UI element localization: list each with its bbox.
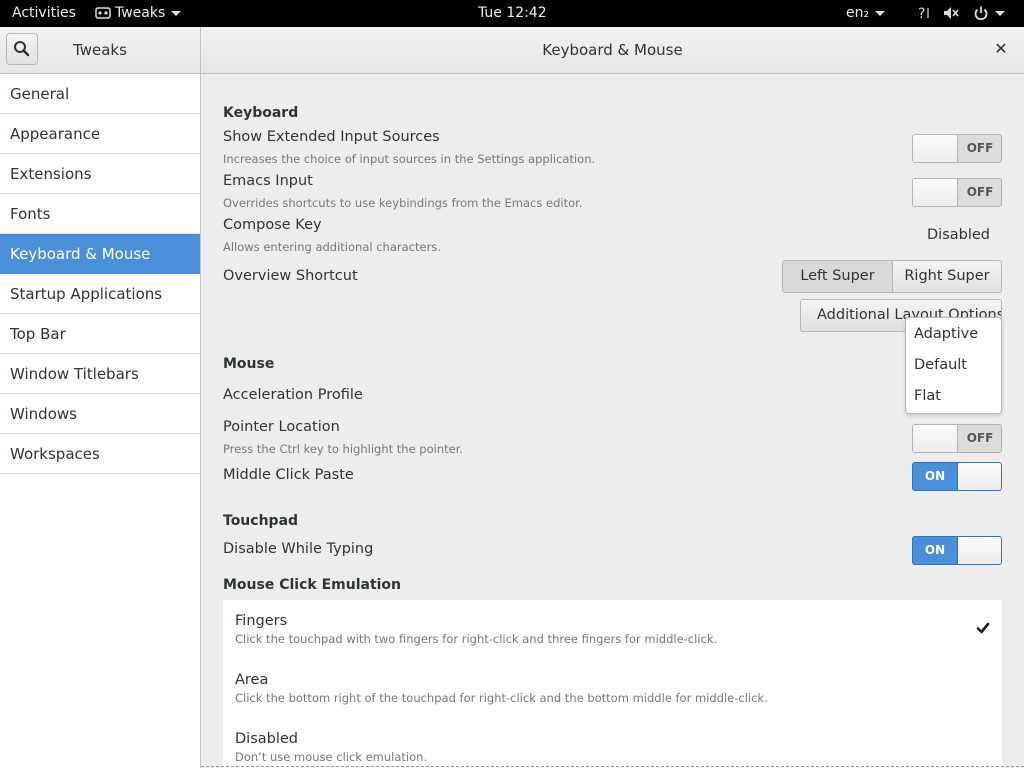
extended-sources-label: Show Extended Input Sources: [223, 129, 440, 145]
sidebar-item-workspaces[interactable]: Workspaces: [0, 434, 200, 474]
middle-click-paste-switch[interactable]: ON: [912, 462, 1002, 491]
close-icon: ✕: [994, 39, 1008, 58]
sidebar-item-fonts[interactable]: Fonts: [0, 194, 200, 234]
switch-state: ON: [924, 543, 946, 557]
keyboard-layout-label: en₂: [846, 5, 870, 21]
option-title: Disabled: [235, 731, 298, 747]
close-button[interactable]: ✕: [988, 36, 1014, 62]
click-emulation-option-area[interactable]: Area Click the bottom right of the touch…: [223, 659, 1002, 717]
power-icon: [974, 6, 988, 21]
compose-key-desc: Allows entering additional characters.: [223, 240, 441, 254]
click-emulation-option-fingers[interactable]: Fingers Click the touchpad with two fing…: [223, 600, 1002, 658]
sidebar: General Appearance Extensions Fonts Keyb…: [0, 74, 201, 768]
sidebar-item-extensions[interactable]: Extensions: [0, 154, 200, 194]
sidebar-item-general[interactable]: General: [0, 74, 200, 114]
pointer-location-switch[interactable]: OFF: [912, 424, 1002, 453]
extended-sources-switch[interactable]: OFF: [912, 134, 1002, 163]
popover-item-adaptive[interactable]: Adaptive: [914, 326, 978, 342]
compose-key-value[interactable]: Disabled: [927, 227, 990, 243]
scroll-edge: [201, 766, 1024, 767]
option-title: Fingers: [235, 613, 288, 629]
search-icon: [14, 41, 30, 57]
keyboard-heading: Keyboard: [223, 105, 299, 121]
switch-knob: [957, 537, 1001, 564]
activities-button[interactable]: Activities: [12, 0, 76, 27]
option-desc: Click the touchpad with two fingers for …: [235, 632, 718, 646]
clock[interactable]: Tue 12:42: [478, 0, 547, 27]
chevron-down-icon: [875, 10, 886, 16]
chevron-down-icon: [171, 10, 182, 16]
page-title: Keyboard & Mouse: [542, 41, 683, 59]
touchpad-heading: Touchpad: [223, 513, 299, 529]
volume-muted-icon: [944, 7, 960, 19]
extended-sources-desc: Increases the choice of input sources in…: [223, 152, 596, 166]
sidebar-item-window-titlebars[interactable]: Window Titlebars: [0, 354, 200, 394]
top-bar: Activities Tweaks Tue 12:42 en₂ ?: [0, 0, 1024, 27]
compose-key-label: Compose Key: [223, 217, 322, 233]
search-button[interactable]: [6, 33, 38, 65]
chevron-down-icon: [994, 10, 1005, 16]
disable-while-typing-switch[interactable]: ON: [912, 536, 1002, 565]
sidebar-item-appearance[interactable]: Appearance: [0, 114, 200, 154]
mouse-heading: Mouse: [223, 356, 275, 372]
switch-knob: [913, 425, 958, 452]
emacs-input-label: Emacs Input: [223, 173, 313, 189]
check-icon: [976, 622, 990, 634]
tweaks-app-icon: [95, 7, 111, 19]
click-emulation-list: Fingers Click the touchpad with two fing…: [223, 600, 1002, 768]
acceleration-profile-label: Acceleration Profile: [223, 387, 363, 403]
pointer-location-label: Pointer Location: [223, 419, 340, 435]
app-menu-label: Tweaks: [115, 5, 166, 21]
sidebar-title: Tweaks: [73, 41, 127, 59]
switch-state: OFF: [966, 431, 994, 445]
keyboard-layout-indicator[interactable]: en₂: [846, 0, 886, 27]
option-title: Area: [235, 672, 269, 688]
acceleration-profile-popover: Adaptive Default Flat: [905, 317, 1002, 414]
right-super-button[interactable]: Right Super: [892, 260, 1002, 293]
switch-knob: [957, 463, 1001, 490]
sidebar-item-windows[interactable]: Windows: [0, 394, 200, 434]
switch-state: ON: [924, 469, 946, 483]
accessibility-icon: ?: [918, 6, 929, 22]
switch-knob: [913, 179, 958, 206]
click-emulation-heading: Mouse Click Emulation: [223, 577, 402, 593]
popover-item-flat[interactable]: Flat: [914, 388, 941, 404]
left-super-button[interactable]: Left Super: [782, 260, 893, 293]
emacs-input-switch[interactable]: OFF: [912, 178, 1002, 207]
pointer-location-desc: Press the Ctrl key to highlight the poin…: [223, 442, 464, 456]
sidebar-item-startup-applications[interactable]: Startup Applications: [0, 274, 200, 314]
switch-knob: [913, 135, 958, 162]
sidebar-item-top-bar[interactable]: Top Bar: [0, 314, 200, 354]
app-menu[interactable]: Tweaks: [95, 0, 182, 27]
overview-shortcut-label: Overview Shortcut: [223, 268, 358, 284]
emacs-input-desc: Overrides shortcuts to use keybindings f…: [223, 196, 583, 210]
option-desc: Click the bottom right of the touchpad f…: [235, 691, 768, 705]
popover-item-default[interactable]: Default: [914, 357, 967, 373]
switch-state: OFF: [966, 141, 994, 155]
sidebar-item-keyboard-mouse[interactable]: Keyboard & Mouse: [0, 234, 200, 274]
system-status-area[interactable]: ?: [916, 0, 1005, 27]
switch-state: OFF: [966, 185, 994, 199]
svg-text:?: ?: [918, 6, 925, 21]
middle-click-paste-label: Middle Click Paste: [223, 467, 354, 483]
disable-while-typing-label: Disable While Typing: [223, 541, 374, 557]
option-desc: Don’t use mouse click emulation.: [235, 750, 428, 764]
click-emulation-option-disabled[interactable]: Disabled Don’t use mouse click emulation…: [223, 718, 1002, 768]
